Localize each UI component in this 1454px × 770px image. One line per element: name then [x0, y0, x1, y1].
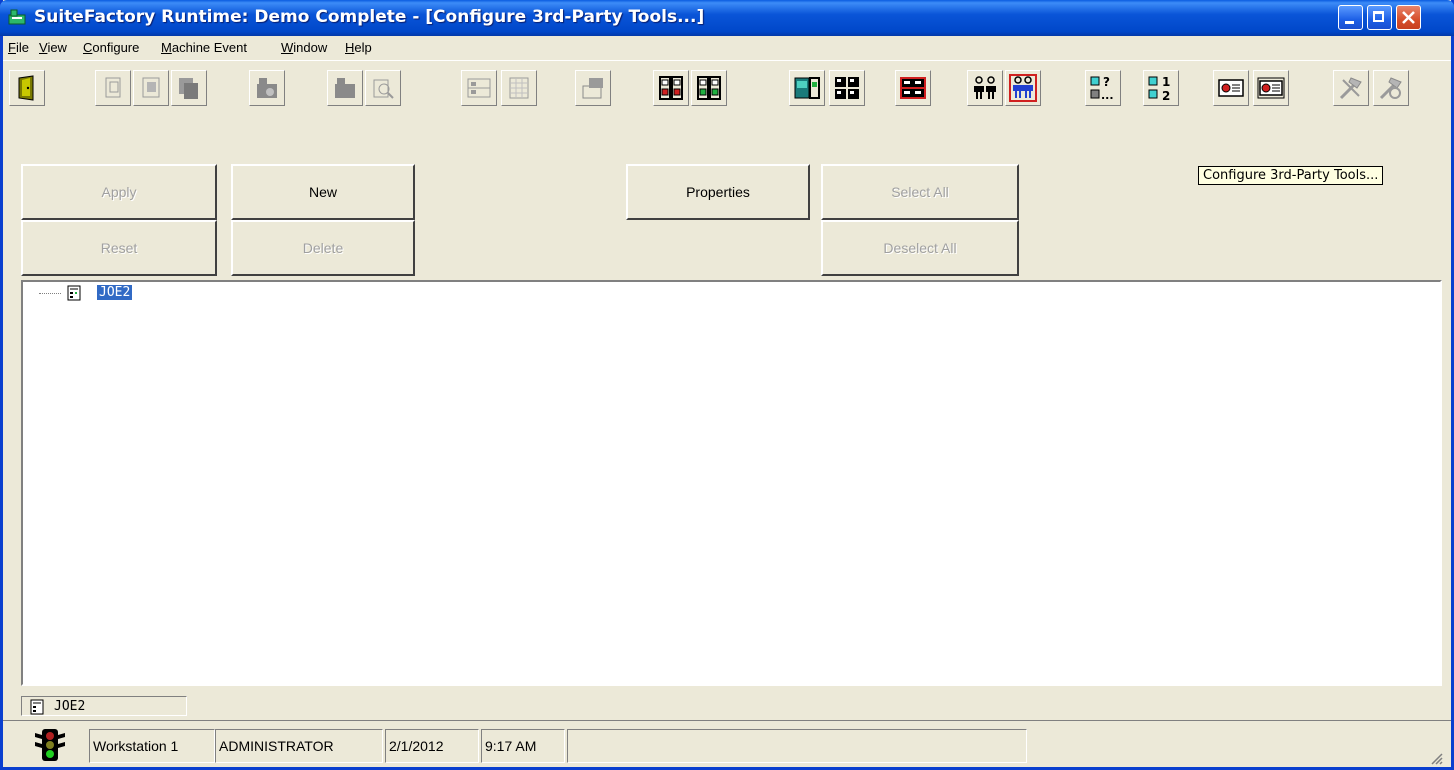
grid-edit-button[interactable] — [461, 70, 497, 106]
terminal-icon — [794, 77, 820, 99]
tree-node-joe2[interactable]: JOE2 — [95, 284, 134, 301]
window-title: SuiteFactory Runtime: Demo Complete - [C… — [34, 7, 705, 27]
grid-xx-icon — [467, 78, 491, 98]
columns-icon — [509, 77, 529, 99]
stations-grid-button[interactable] — [829, 70, 865, 106]
user-groups-icon — [1009, 74, 1037, 102]
users-button[interactable] — [967, 70, 1003, 106]
selected-item-label: JOE2 — [54, 699, 86, 714]
svg-text:...: ... — [1101, 89, 1114, 102]
tool-card-icon — [1218, 79, 1244, 97]
sequence-button[interactable]: 12 — [1143, 70, 1179, 106]
workstation-icon — [30, 699, 44, 715]
station-green-icon — [697, 76, 721, 100]
export-machine-icon — [582, 78, 603, 99]
menu-configure[interactable]: Configure — [83, 40, 139, 55]
minimize-button[interactable] — [1338, 5, 1363, 30]
search-button[interactable] — [365, 70, 401, 106]
close-button[interactable] — [1396, 5, 1421, 30]
copy-page-button[interactable] — [95, 70, 131, 106]
station-green-button[interactable] — [691, 70, 727, 106]
machine-button[interactable] — [327, 70, 363, 106]
tools-button[interactable] — [1333, 70, 1369, 106]
new-button[interactable]: New — [231, 164, 415, 220]
unknown-values-button[interactable]: ?... — [1085, 70, 1121, 106]
main-window: SuiteFactory Runtime: Demo Complete - [C… — [0, 0, 1454, 770]
paste-page-icon — [142, 77, 160, 98]
magnifier-icon — [373, 79, 394, 99]
reset-button[interactable]: Reset — [21, 220, 217, 276]
door-icon — [18, 75, 34, 101]
app-icon — [8, 9, 26, 25]
svg-text:?: ? — [1103, 75, 1110, 89]
menu-view[interactable]: View — [39, 40, 67, 55]
status-date: 2/1/2012 — [385, 729, 479, 763]
machine-icon — [335, 78, 355, 98]
svg-text:1: 1 — [1162, 75, 1170, 89]
copy-page-icon — [105, 77, 121, 98]
maximize-icon — [1373, 11, 1384, 22]
machine-edit-icon — [257, 78, 277, 98]
workstation-icon — [67, 285, 81, 301]
close-icon — [1402, 11, 1415, 24]
svg-text:2: 2 — [1162, 89, 1170, 102]
tooltip: Configure 3rd-Party Tools... — [1198, 166, 1384, 185]
tool-card-button[interactable] — [1213, 70, 1249, 106]
toolbar: ?... 12 — [3, 60, 1451, 161]
stack-pages-icon — [179, 78, 198, 99]
menu-file[interactable]: File — [8, 40, 29, 55]
tools-settings-button[interactable] — [1373, 70, 1409, 106]
status-workstation: Workstation 1 — [89, 729, 215, 763]
traffic-light-icon — [35, 729, 65, 761]
users-icon — [974, 76, 996, 99]
terminal-button[interactable] — [789, 70, 825, 106]
status-bar: Workstation 1 ADMINISTRATOR 2/1/2012 9:1… — [3, 720, 1451, 769]
selection-bar: JOE2 — [21, 696, 187, 716]
machine-edit-button[interactable] — [249, 70, 285, 106]
menu-help[interactable]: Help — [345, 40, 372, 55]
status-time: 9:17 AM — [481, 729, 565, 763]
hammer-wrench-icon — [1339, 77, 1362, 100]
user-groups-button[interactable] — [1005, 70, 1041, 106]
paste-page-button[interactable] — [133, 70, 169, 106]
menu-bar: File View Configure Machine Event Window… — [3, 36, 1451, 60]
status-message — [567, 729, 1027, 763]
station-group-button[interactable] — [895, 70, 931, 106]
status-user: ADMINISTRATOR — [215, 729, 383, 763]
apply-button[interactable]: Apply — [21, 164, 217, 220]
tool-card-icon — [1257, 77, 1285, 99]
export-machine-button[interactable] — [575, 70, 611, 106]
configure-3rd-party-tools-button[interactable] — [1253, 70, 1289, 106]
resize-grip-icon[interactable] — [1429, 751, 1443, 765]
question-icon: ?... — [1090, 75, 1114, 102]
station-group-icon — [900, 77, 926, 99]
columns-button[interactable] — [501, 70, 537, 106]
maximize-button[interactable] — [1367, 5, 1392, 30]
tree-connector — [39, 293, 61, 294]
properties-button[interactable]: Properties — [626, 164, 810, 220]
station-red-button[interactable] — [653, 70, 689, 106]
minimize-icon — [1345, 21, 1354, 24]
select-all-button[interactable]: Select All — [821, 164, 1019, 220]
tree-view[interactable]: JOE2 — [21, 280, 1442, 686]
deselect-all-button[interactable]: Deselect All — [821, 220, 1019, 276]
menu-machine-event[interactable]: Machine Event — [161, 40, 247, 55]
exit-door-button[interactable] — [9, 70, 45, 106]
tools-gear-icon — [1379, 77, 1402, 100]
menu-window[interactable]: Window — [281, 40, 327, 55]
sequence-icon: 12 — [1148, 75, 1170, 102]
title-bar[interactable]: SuiteFactory Runtime: Demo Complete - [C… — [0, 0, 1454, 36]
delete-button[interactable]: Delete — [231, 220, 415, 276]
stations-grid-icon — [835, 77, 859, 99]
stack-pages-button[interactable] — [171, 70, 207, 106]
station-red-icon — [659, 76, 683, 100]
